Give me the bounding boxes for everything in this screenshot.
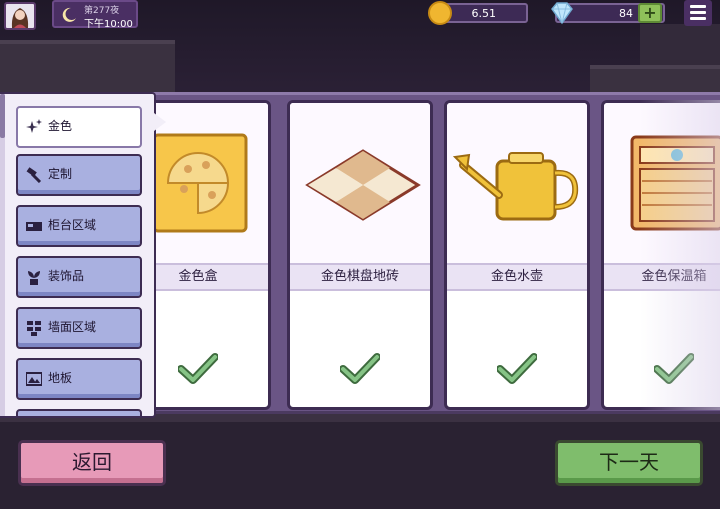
item-card[interactable]: 金色保温箱 — [601, 100, 720, 410]
category-wall[interactable]: 墙面区域 — [16, 307, 142, 349]
category-label: 柜台区域 — [48, 218, 97, 232]
item-cards: 金色盒 金色棋盘地砖 金色水壶 金色保温箱 — [130, 100, 720, 410]
golden-warmer-cabinet-icon — [630, 135, 720, 231]
day-time-panel: 第277夜 下午10:00 — [52, 0, 138, 30]
golden-checkered-tile-icon — [305, 149, 421, 221]
active-category-pointer — [150, 110, 166, 134]
sidebar-scrollbar[interactable] — [0, 94, 5, 416]
category-label: 金色 — [48, 119, 73, 133]
gem-value: 84 — [619, 7, 633, 20]
counter-icon — [26, 222, 42, 231]
next-day-button[interactable]: 下一天 — [555, 440, 703, 486]
category-label: 地板 — [48, 371, 73, 385]
item-card[interactable]: 金色棋盘地砖 — [287, 100, 433, 410]
wall-icon — [27, 321, 41, 336]
player-avatar[interactable] — [4, 2, 36, 30]
category-more[interactable] — [16, 409, 142, 416]
item-name: 金色棋盘地砖 — [290, 263, 430, 291]
item-image-area — [447, 103, 587, 263]
category-decor[interactable]: 装饰品 — [16, 256, 142, 298]
floor-icon — [26, 372, 42, 386]
owned-check-icon — [497, 353, 537, 384]
time-label: 下午10:00 — [84, 19, 133, 30]
owned-check-icon — [340, 353, 380, 384]
item-image-area — [290, 103, 430, 263]
owned-check-icon — [654, 353, 694, 384]
owned-check-icon — [178, 353, 218, 384]
menu-line — [690, 17, 706, 20]
roof-left — [0, 40, 175, 95]
item-name: 金色水壶 — [447, 263, 587, 291]
category-counter[interactable]: 柜台区域 — [16, 205, 142, 247]
avatar-portrait-icon — [11, 8, 29, 28]
category-floor[interactable]: 地板 — [16, 358, 142, 400]
menu-line — [690, 5, 706, 8]
hammer-icon — [26, 167, 42, 183]
add-gems-button[interactable]: + — [638, 3, 662, 23]
moon-icon — [62, 7, 76, 22]
diamond-icon — [551, 2, 573, 25]
category-custom[interactable]: 定制 — [16, 154, 142, 196]
sparkle-icon — [26, 119, 42, 133]
back-button[interactable]: 返回 — [18, 440, 166, 486]
category-label: 装饰品 — [48, 269, 85, 283]
sidebar-scroll-thumb[interactable] — [0, 94, 5, 138]
menu-line — [690, 11, 706, 14]
menu-button[interactable] — [684, 0, 712, 26]
item-card[interactable]: 金色水壶 — [444, 100, 590, 410]
category-gold[interactable]: 金色 — [16, 106, 142, 148]
category-sidebar[interactable]: 金色 定制 柜台区域 装饰品 墙面区域 地板 — [0, 92, 156, 418]
item-image-area — [604, 103, 720, 263]
plant-icon — [28, 271, 40, 285]
coin-icon — [428, 1, 452, 25]
item-name: 金色保温箱 — [604, 263, 720, 291]
category-label: 墙面区域 — [48, 320, 97, 334]
golden-watering-can-icon — [452, 152, 579, 221]
category-label: 定制 — [48, 167, 73, 181]
